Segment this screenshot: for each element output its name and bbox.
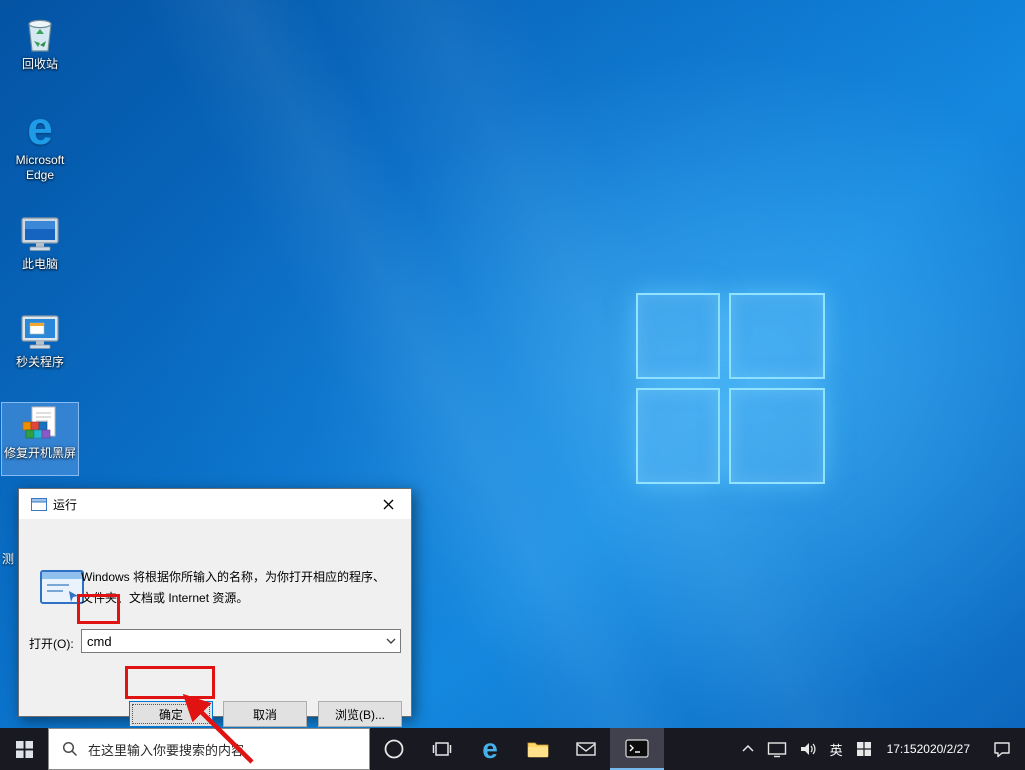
taskbar-clock[interactable]: 17:15 2020/2/27: [878, 728, 979, 770]
ime-toolbar-button[interactable]: [850, 728, 878, 770]
chevron-up-icon: [742, 744, 754, 752]
command-prompt-button[interactable]: [610, 728, 664, 770]
taskbar-search-box[interactable]: 在这里输入你要搜索的内容: [48, 728, 370, 770]
open-label: 打开(O):: [29, 637, 74, 651]
windows-logo: [636, 293, 825, 484]
browse-button[interactable]: 浏览(B)...: [318, 701, 402, 727]
desktop-icon-recycle-bin[interactable]: 回收站: [1, 12, 79, 72]
windows-logo-pane: [729, 388, 825, 484]
windows-logo-pane: [636, 388, 720, 484]
search-icon: [62, 741, 78, 757]
edge-taskbar-button[interactable]: e: [466, 728, 514, 770]
mail-icon: [576, 742, 596, 756]
edge-icon: e: [482, 733, 498, 764]
desktop-icon-label: 此电脑: [21, 257, 58, 271]
desktop-icon-fix-black-screen[interactable]: 修复开机黑屏: [1, 402, 79, 476]
run-dialog-titlebar[interactable]: 运行: [19, 489, 411, 519]
speaker-icon: [800, 743, 816, 755]
desktop-icon-label: Microsoft Edge: [15, 153, 65, 182]
search-placeholder: 在这里输入你要搜索的内容: [88, 742, 245, 758]
cortana-icon: [384, 739, 404, 759]
windows-logo-pane: [636, 293, 720, 379]
clock-date: 2020/2/27: [916, 741, 970, 756]
desktop-icon-microsoft-edge[interactable]: e Microsoft Edge: [1, 102, 79, 183]
program-icon: [21, 315, 59, 349]
task-view-button[interactable]: [418, 728, 466, 770]
file-explorer-button[interactable]: [514, 728, 562, 770]
windows-logo-pane: [729, 293, 825, 379]
close-icon: [383, 499, 394, 509]
ime-language-indicator[interactable]: 英: [823, 728, 850, 770]
system-tray: 英 17:15 2020/2/27: [735, 728, 1025, 770]
desktop-icon-this-pc[interactable]: 此电脑: [1, 214, 79, 272]
desktop-icon-quick-close-program[interactable]: 秒关程序: [1, 312, 79, 370]
display-tray-button[interactable]: [761, 728, 793, 770]
ime-grid-icon: [856, 742, 871, 756]
windows-start-icon: [15, 740, 33, 758]
taskbar-apps: e: [370, 728, 664, 770]
run-command-input[interactable]: cmd: [81, 629, 401, 653]
volume-button[interactable]: [793, 728, 823, 770]
chevron-down-icon[interactable]: [382, 638, 400, 644]
run-dialog-title: 运行: [53, 497, 78, 512]
desktop-icon-label: 秒关程序: [15, 355, 64, 369]
task-view-icon: [432, 742, 452, 756]
display-icon: [767, 741, 786, 757]
run-dialog: 运行 Windows 将根据你所输入的名称，为你打开相应的程序、 文件夹、文档或…: [18, 488, 412, 727]
colored-blocks-icon: [22, 406, 56, 439]
file-explorer-icon: [527, 742, 549, 758]
action-center-button[interactable]: [979, 728, 1025, 770]
this-pc-icon: [21, 217, 59, 251]
action-center-icon: [994, 741, 1010, 757]
run-icon: [39, 569, 85, 610]
start-button[interactable]: [0, 728, 48, 770]
run-dialog-icon: [31, 497, 47, 511]
ok-button[interactable]: 确定: [129, 701, 213, 727]
recycle-bin-icon: [28, 19, 52, 52]
run-command-value: cmd: [87, 633, 112, 649]
cancel-button[interactable]: 取消: [223, 701, 307, 727]
edge-icon: e: [27, 102, 53, 154]
taskbar: 在这里输入你要搜索的内容 e 英 17:15 2020/2/27: [0, 728, 1025, 770]
cortana-button[interactable]: [370, 728, 418, 770]
mail-button[interactable]: [562, 728, 610, 770]
run-dialog-description: Windows 将根据你所输入的名称，为你打开相应的程序、 文件夹、文档或 In…: [81, 570, 386, 605]
show-hidden-icons-button[interactable]: [735, 728, 761, 770]
close-button[interactable]: [366, 490, 411, 519]
desktop-icon-label: 回收站: [21, 57, 58, 71]
clock-time: 17:15: [886, 741, 917, 756]
desktop-icon-label: 修复开机黑屏: [3, 446, 76, 460]
command-prompt-icon: [625, 739, 649, 758]
